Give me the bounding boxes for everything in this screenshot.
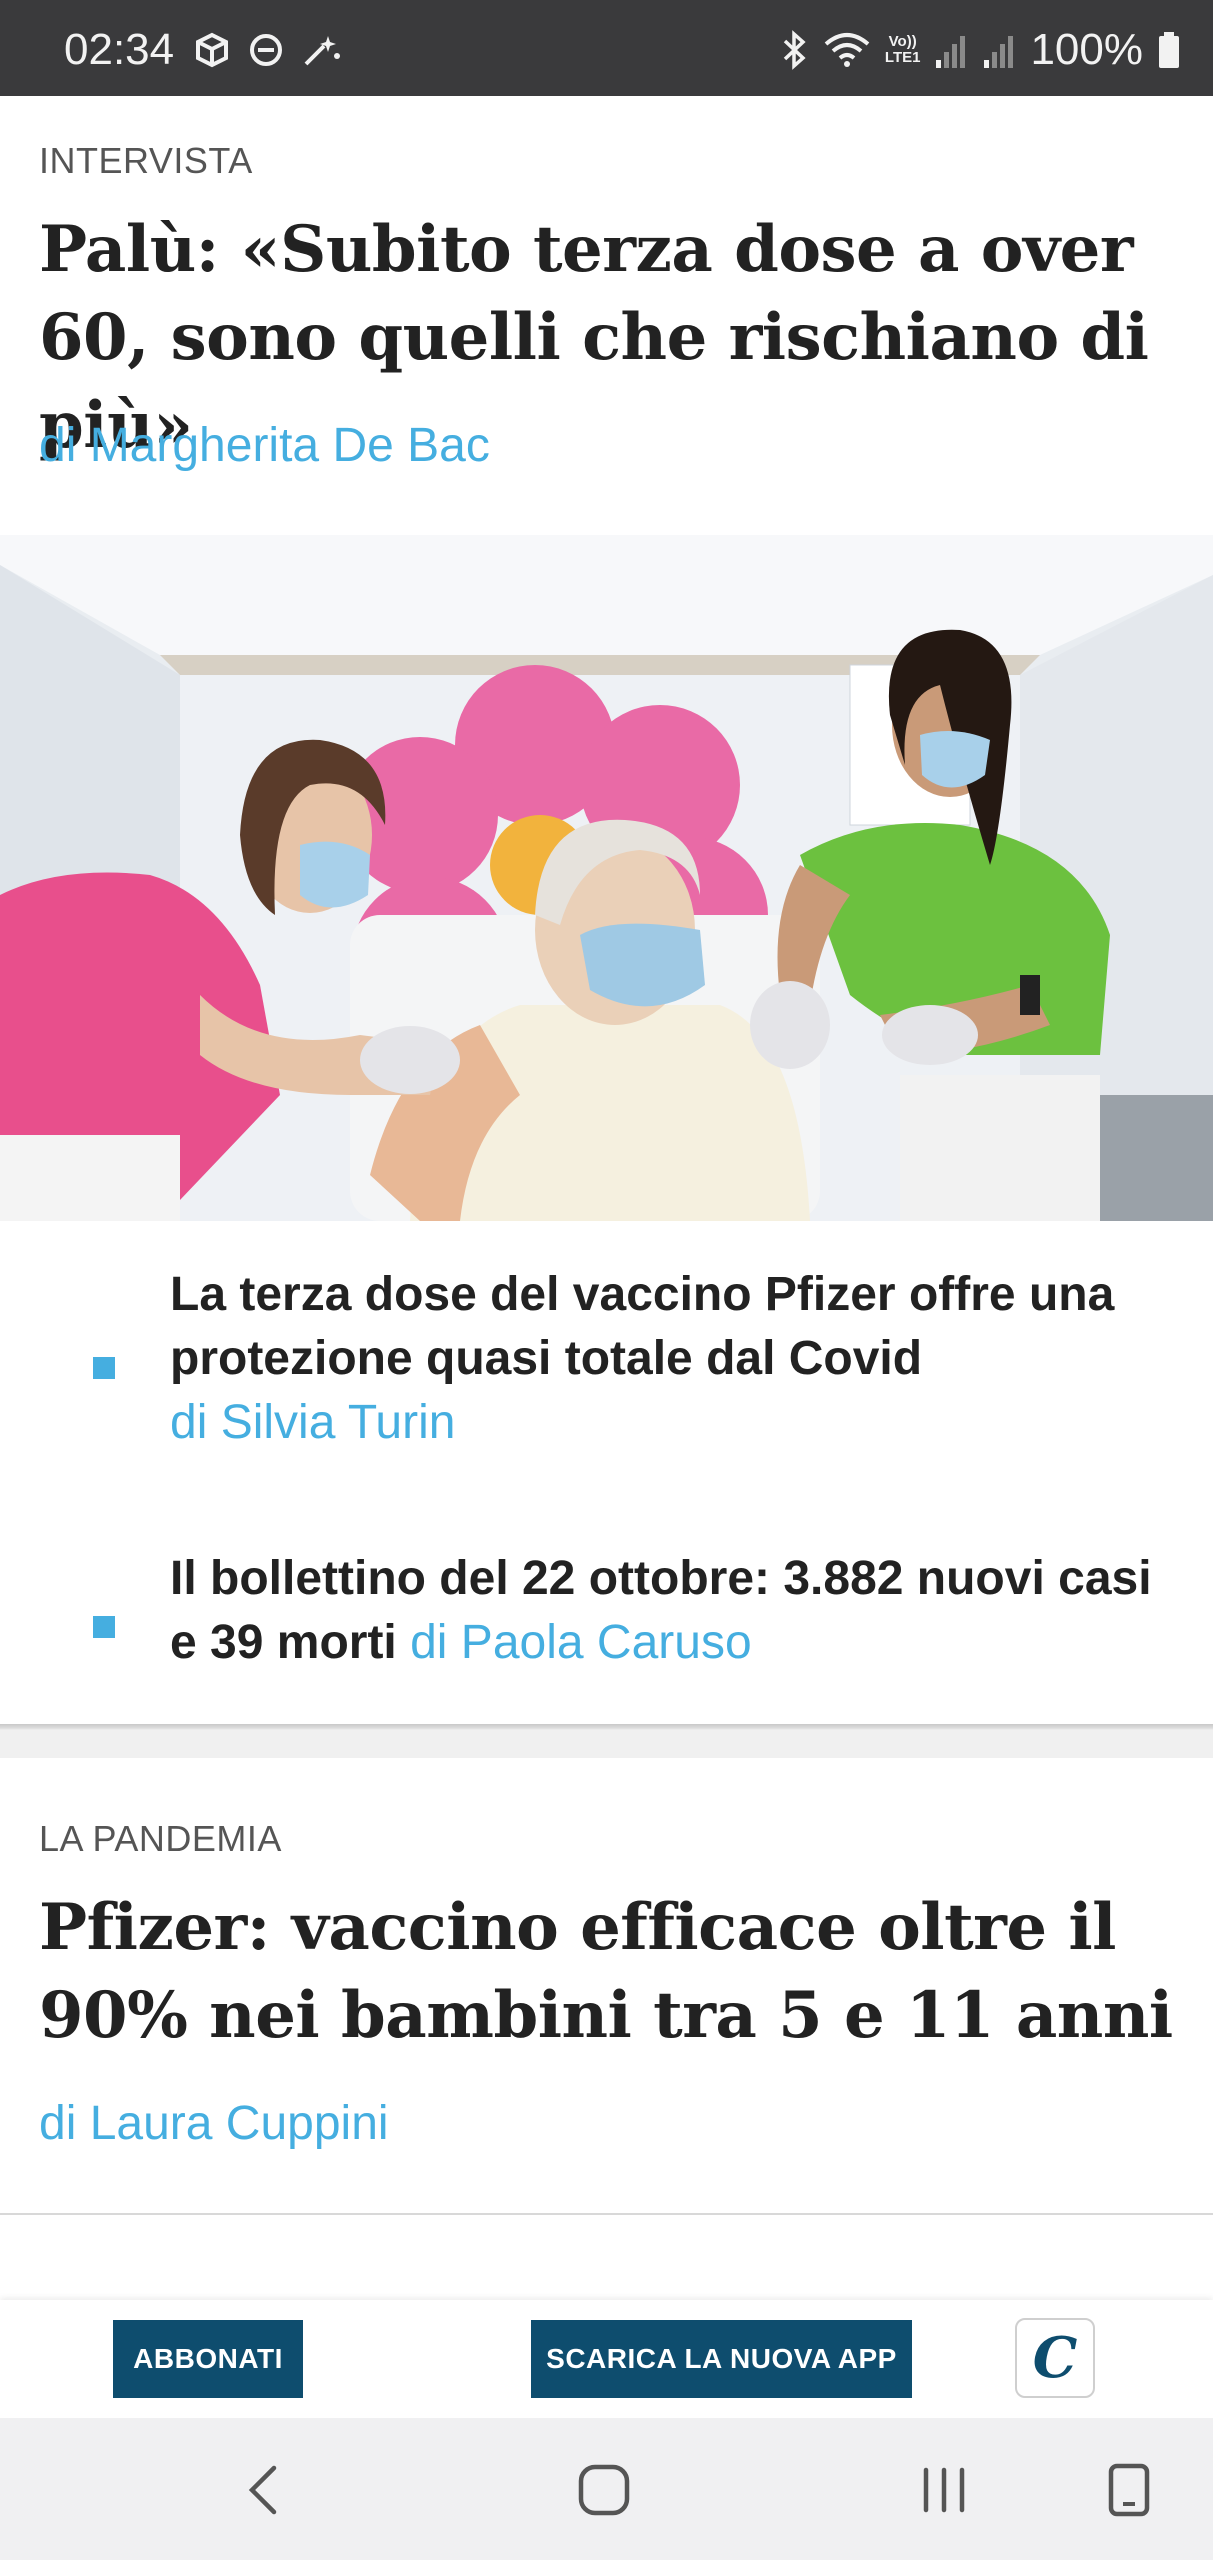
- battery-icon: [1157, 30, 1181, 70]
- app-logo-icon: C: [1032, 2325, 1078, 2391]
- article-author[interactable]: di Laura Cuppini: [39, 2096, 389, 2151]
- section-divider: [0, 1724, 1213, 1758]
- package-icon: [194, 32, 230, 68]
- lte-label: LTE1: [884, 49, 921, 66]
- related-link-author[interactable]: di Silvia Turin: [170, 1396, 455, 1449]
- subscribe-button[interactable]: ABBONATI: [113, 2320, 303, 2398]
- do-not-disturb-icon: [248, 32, 284, 68]
- signal-icon: [982, 30, 1016, 70]
- section-label: INTERVISTA: [39, 140, 253, 181]
- related-link-title[interactable]: La terza dose del vaccino Pfizer offre u…: [170, 1268, 1114, 1385]
- status-bar: 02:34 Vo)) LTE1 100%: [0, 0, 1213, 96]
- section-label: LA PANDEMIA: [39, 1818, 282, 1859]
- bottom-banner: ABBONATI SCARICA LA NUOVA APP C: [0, 2300, 1213, 2418]
- article-image[interactable]: [0, 535, 1213, 1221]
- article-divider: [0, 2213, 1213, 2215]
- navigation-bar: [0, 2418, 1213, 2560]
- article-author[interactable]: di Margherita De Bac: [39, 418, 490, 473]
- signal-icon: [934, 30, 968, 70]
- bluetooth-icon: [781, 30, 809, 70]
- recents-icon[interactable]: [916, 2460, 972, 2520]
- bullet-icon: [93, 1616, 115, 1638]
- article-headline[interactable]: Pfizer: vaccino efficace oltre il 90% ne…: [39, 1884, 1179, 2060]
- volte-label: Vo)): [888, 33, 917, 50]
- wifi-icon: [823, 30, 871, 70]
- app-logo-button[interactable]: C: [1015, 2318, 1095, 2398]
- sparkle-icon: [302, 32, 342, 68]
- back-icon[interactable]: [240, 2460, 288, 2520]
- battery-percentage: 100%: [1030, 25, 1143, 74]
- related-links: La terza dose del vaccino Pfizer offre u…: [0, 1221, 1213, 1724]
- volte-icon: Vo)) LTE1: [885, 34, 921, 66]
- home-icon[interactable]: [576, 2460, 632, 2520]
- bullet-icon: [93, 1357, 115, 1379]
- screenshot-icon[interactable]: [1105, 2460, 1153, 2520]
- download-app-button[interactable]: SCARICA LA NUOVA APP: [531, 2320, 912, 2398]
- related-link-author[interactable]: di Paola Caruso: [410, 1616, 752, 1669]
- status-time: 02:34: [64, 25, 175, 74]
